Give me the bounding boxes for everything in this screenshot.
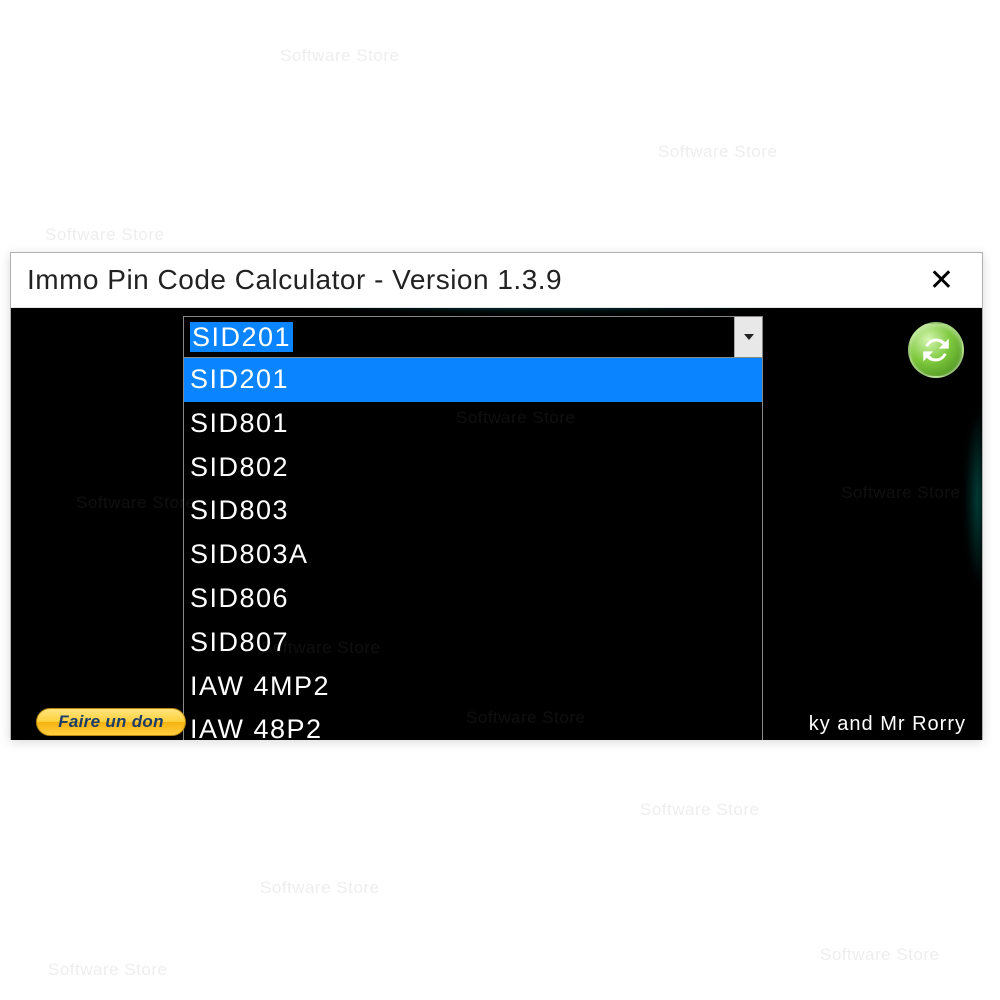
watermark: Software Store xyxy=(76,493,195,513)
chevron-down-icon[interactable] xyxy=(734,317,762,357)
application-window: Immo Pin Code Calculator - Version 1.3.9… xyxy=(10,252,983,740)
list-item[interactable]: SID801 xyxy=(184,402,762,446)
watermark: Software Store xyxy=(280,46,399,66)
window-title: Immo Pin Code Calculator - Version 1.3.9 xyxy=(27,264,562,296)
donate-button[interactable]: Faire un don xyxy=(36,708,186,736)
list-item[interactable]: SID201 xyxy=(184,358,762,402)
decorative-glow xyxy=(932,368,982,628)
ecu-select-value: SID201 xyxy=(184,322,734,353)
list-item[interactable]: IAW 48P2 xyxy=(184,708,762,740)
watermark: Software Store xyxy=(260,878,379,898)
list-item[interactable]: SID802 xyxy=(184,446,762,490)
list-item[interactable]: IAW 4MP2 xyxy=(184,665,762,709)
watermark: Software Store xyxy=(48,960,167,980)
refresh-button[interactable] xyxy=(908,322,964,378)
list-item[interactable]: SID807 xyxy=(184,621,762,665)
list-item[interactable]: SID803A xyxy=(184,533,762,577)
app-body: SID201 SID201 SID801 SID802 SID803 SID80… xyxy=(11,308,982,740)
list-item[interactable]: SID806 xyxy=(184,577,762,621)
watermark: Software Store xyxy=(640,800,759,820)
list-item[interactable]: SID803 xyxy=(184,489,762,533)
watermark: Software Store xyxy=(658,142,777,162)
watermark: Software Store xyxy=(820,945,939,965)
watermark: Software Store xyxy=(45,225,164,245)
refresh-icon xyxy=(919,333,953,367)
titlebar[interactable]: Immo Pin Code Calculator - Version 1.3.9… xyxy=(11,253,982,308)
ecu-select-dropdown[interactable]: SID201 SID801 SID802 SID803 SID803A SID8… xyxy=(183,358,763,740)
close-icon[interactable]: ✕ xyxy=(919,259,964,302)
ecu-select[interactable]: SID201 xyxy=(183,316,763,358)
credit-text: ky and Mr Rorry xyxy=(809,713,966,736)
